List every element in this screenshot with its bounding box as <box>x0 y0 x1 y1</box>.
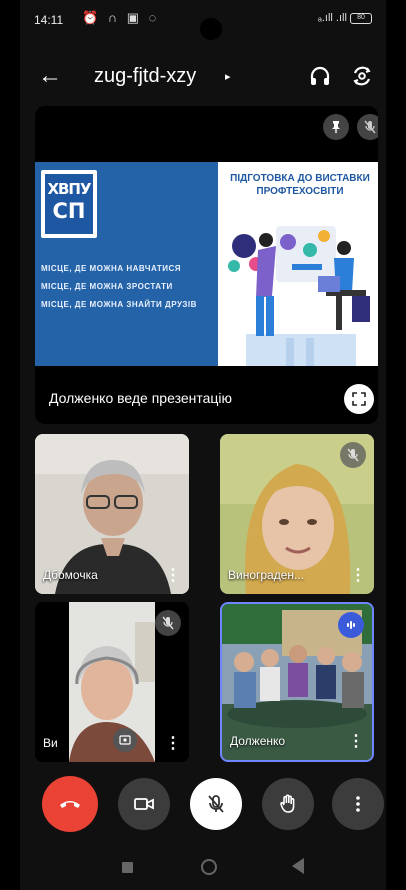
speaking-indicator-icon <box>338 612 364 638</box>
back-icon[interactable] <box>292 858 304 874</box>
slide-line: МІСЦЕ, ДЕ МОЖНА НАВЧАТИСЯ <box>41 264 182 273</box>
participant-tile[interactable]: Дбомочка ⋮ <box>35 434 189 594</box>
more-options-icon[interactable]: ⋮ <box>350 568 366 584</box>
mic-off-icon <box>155 610 181 636</box>
battery-icon: 80 <box>350 12 372 24</box>
participant-name: Дбомочка <box>43 568 98 582</box>
hang-up-icon <box>60 801 80 808</box>
call-controls <box>20 770 386 834</box>
signal-icon: ₐ.ıll .ıll <box>317 12 347 24</box>
mic-toggle-button[interactable] <box>190 778 242 830</box>
meeting-header: ← zug-fjtd-xzy ▸ <box>20 52 386 102</box>
slide-title: ПІДГОТОВКА ДО ВИСТАВКИ ПРОФТЕХОСВІТИ <box>230 173 370 197</box>
video-camera-icon <box>134 798 154 810</box>
logo-text-top: ХВПУ <box>47 180 91 198</box>
back-arrow-icon[interactable]: ← <box>38 62 62 90</box>
status-time: 14:11 <box>34 13 64 27</box>
slide-left-panel: ХВПУ СП МІСЦЕ, ДЕ МОЖНА НАВЧАТИСЯ МІСЦЕ,… <box>35 162 218 366</box>
slide-line: МІСЦЕ, ДЕ МОЖНА ЗНАЙТИ ДРУЗІВ <box>41 300 197 309</box>
more-options-icon[interactable]: ⋮ <box>165 568 181 584</box>
pin-icon[interactable] <box>323 114 349 140</box>
self-view-tile[interactable]: Ви ⋮ <box>35 602 189 762</box>
participant-tile[interactable]: Долженко ⋮ <box>220 602 374 762</box>
system-nav-bar <box>20 846 386 890</box>
notification-icons: ⏰ ∩ ▣ ◌ <box>82 10 160 25</box>
slide-right-panel: ПІДГОТОВКА ДО ВИСТАВКИ ПРОФТЕХОСВІТИ <box>218 162 378 366</box>
meet-app: 14:11 ⏰ ∩ ▣ ◌ ₐ.ıll .ıll 80 ← zug-fjtd-x… <box>20 0 386 890</box>
raise-hand-button[interactable] <box>262 778 314 830</box>
people-illustration <box>228 226 370 366</box>
meeting-code[interactable]: zug-fjtd-xzy <box>94 65 196 88</box>
home-icon[interactable] <box>201 859 217 875</box>
presenter-label: Долженко веде презентацію <box>49 390 233 406</box>
more-options-icon[interactable]: ⋮ <box>165 736 181 752</box>
hand-icon <box>280 794 295 813</box>
presentation-footer: Долженко веде презентацію <box>35 366 378 424</box>
more-vert-icon <box>356 796 360 812</box>
end-call-button[interactable] <box>42 776 98 832</box>
fullscreen-icon[interactable] <box>344 384 374 414</box>
status-right: ₐ.ıll .ıll 80 <box>318 12 372 24</box>
shared-slide: ХВПУ СП МІСЦЕ, ДЕ МОЖНА НАВЧАТИСЯ МІСЦЕ,… <box>35 162 378 366</box>
mic-off-icon <box>208 795 224 813</box>
college-logo: ХВПУ СП <box>41 170 97 238</box>
camera-toggle-button[interactable] <box>118 778 170 830</box>
status-bar: 14:11 ⏰ ∩ ▣ ◌ ₐ.ıll .ıll 80 <box>20 0 386 40</box>
more-options-button[interactable] <box>332 778 384 830</box>
participant-name: Ви <box>43 736 58 750</box>
headphones-icon[interactable] <box>308 64 332 88</box>
recent-apps-icon[interactable] <box>122 862 133 873</box>
participant-name: Винограден... <box>228 568 305 582</box>
phone-screen: 14:11 ⏰ ∩ ▣ ◌ ₐ.ıll .ıll 80 ← zug-fjtd-x… <box>0 0 406 890</box>
mic-off-icon <box>340 442 366 468</box>
more-options-icon[interactable]: ⋮ <box>348 734 364 750</box>
presentation-tile[interactable]: ХВПУ СП МІСЦЕ, ДЕ МОЖНА НАВЧАТИСЯ МІСЦЕ,… <box>35 106 378 424</box>
switch-camera-icon[interactable] <box>350 64 374 88</box>
video-effects-icon[interactable] <box>113 728 137 752</box>
mic-off-icon <box>357 114 378 140</box>
participant-tile[interactable]: Винограден... ⋮ <box>220 434 374 594</box>
participant-name: Долженко <box>230 734 286 748</box>
front-camera-cutout <box>200 18 222 40</box>
meeting-info-caret-icon[interactable]: ▸ <box>225 70 231 83</box>
logo-text-bottom: СП <box>52 199 86 223</box>
slide-line: МІСЦЕ, ДЕ МОЖНА ЗРОСТАТИ <box>41 282 173 291</box>
